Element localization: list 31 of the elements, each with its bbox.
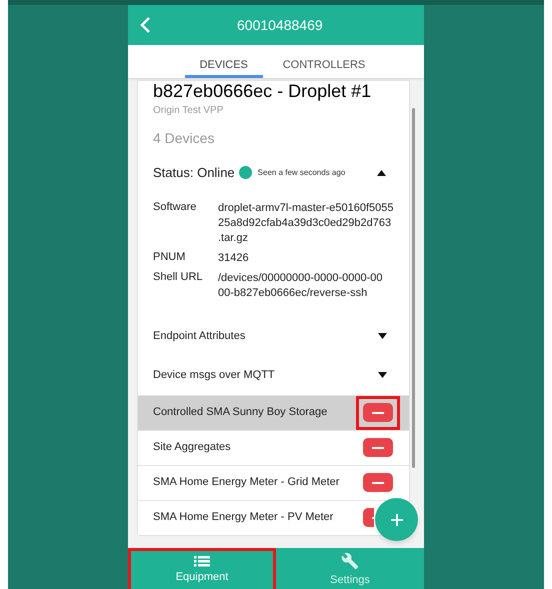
section-toggle[interactable]: Device msgs over MQTT <box>138 356 410 394</box>
remove-button[interactable] <box>363 508 374 527</box>
screen-title: 60010488469 <box>237 16 323 34</box>
tab[interactable]: CONTROLLERS <box>280 45 368 78</box>
detail-value: droplet-armv7l-master-e50160f5055 25a8d92cfab4a39d3c0ed29b2d763 .tar.gz <box>218 200 394 246</box>
caret-down-icon <box>378 333 388 339</box>
remove-button[interactable] <box>363 473 394 492</box>
device-count: 4 Devices <box>153 129 216 148</box>
detail-value: 31426 <box>218 250 249 266</box>
detail-label: Shell URL <box>153 270 204 284</box>
back-icon[interactable] <box>138 16 152 34</box>
caret-down-icon <box>378 372 388 378</box>
last-seen: Seen a few seconds ago <box>258 166 346 179</box>
list-icon <box>194 554 210 567</box>
wrench-icon <box>341 552 359 570</box>
plus-icon <box>390 514 402 526</box>
remove-button[interactable] <box>363 403 394 422</box>
equipment-name[interactable]: SMA Home Energy Meter - Grid Meter <box>153 474 340 491</box>
device-title: b827eb0666ec - Droplet #1 <box>153 81 372 101</box>
remove-button[interactable] <box>363 438 394 457</box>
equipment-name[interactable]: SMA Home Energy Meter - PV Meter <box>153 509 334 526</box>
add-button[interactable] <box>375 498 418 541</box>
detail-label: Software <box>153 200 198 214</box>
detail-label: PNUM <box>153 250 186 264</box>
device-subtitle: Origin Test VPP <box>153 104 224 118</box>
detail-value: /devices/00000000-0000-0000-00 00-b827eb0666ec/reverse-ssh <box>218 270 383 300</box>
equipment-name[interactable]: Controlled SMA Sunny Boy Storage <box>153 404 328 421</box>
caret-up-icon <box>377 170 386 176</box>
equipment-name[interactable]: Site Aggregates <box>153 439 231 456</box>
section-toggle[interactable]: Endpoint Attributes <box>138 316 410 356</box>
status-label: Status: Online <box>153 164 235 182</box>
